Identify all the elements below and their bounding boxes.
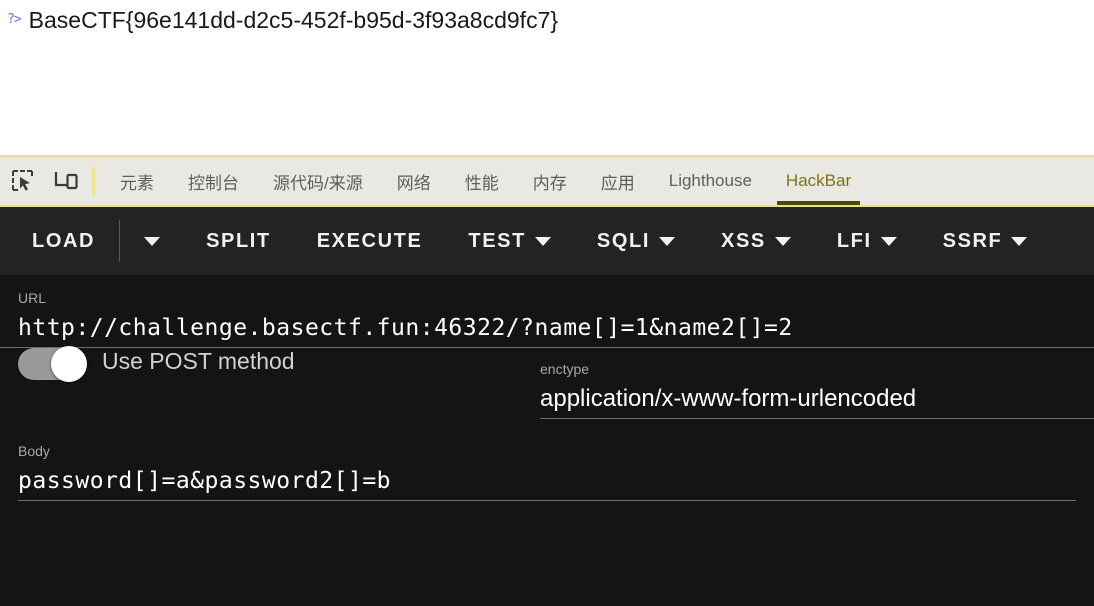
ssrf-menu-button[interactable]: SSRF (943, 224, 1028, 259)
flag-output-line: ?> BaseCTF{96e141dd-d2c5-452f-b95d-3f93a… (0, 6, 1094, 34)
body-underline (18, 500, 1076, 501)
body-field-row: Body password[]=a&password2[]=b (0, 430, 1094, 501)
tab-label: 应用 (601, 169, 635, 194)
device-toolbar-icon[interactable] (52, 166, 82, 196)
tab-application[interactable]: 应用 (584, 157, 652, 205)
test-button-label: TEST (468, 230, 526, 253)
split-button-label: SPLIT (206, 230, 271, 253)
post-enctype-row: Use POST method enctype application/x-ww… (0, 348, 1094, 430)
chevron-down-icon (535, 237, 551, 246)
tab-label: 性能 (465, 169, 499, 194)
load-button-label: LOAD (32, 230, 95, 253)
tab-label: 内存 (533, 169, 567, 194)
hackbar-panel: LOAD SPLIT EXECUTE TEST SQLI XSS (0, 207, 1094, 606)
split-button[interactable]: SPLIT (206, 224, 271, 259)
browser-page-viewport: ?> BaseCTF{96e141dd-d2c5-452f-b95d-3f93a… (0, 0, 1094, 155)
tab-performance[interactable]: 性能 (448, 157, 516, 205)
body-input[interactable]: password[]=a&password2[]=b (18, 460, 1076, 500)
chevron-down-icon (144, 237, 160, 246)
tab-label: 源代码/来源 (273, 169, 363, 194)
flag-text: BaseCTF{96e141dd-d2c5-452f-b95d-3f93a8cd… (29, 6, 558, 34)
url-field: URL http://challenge.basectf.fun:46322/?… (0, 289, 1094, 347)
devtools-tab-list: 元素 控制台 源代码/来源 网络 性能 内存 应用 Lighthouse Hac… (103, 157, 1094, 205)
inspect-element-icon[interactable] (8, 166, 38, 196)
xss-menu-button[interactable]: XSS (721, 224, 791, 259)
tab-console[interactable]: 控制台 (171, 157, 256, 205)
enctype-field-label: enctype (540, 360, 1094, 378)
tab-sources[interactable]: 源代码/来源 (256, 157, 380, 205)
toggle-knob (51, 346, 87, 382)
use-post-method-label: Use POST method (102, 348, 295, 430)
ssrf-button-label: SSRF (943, 230, 1003, 253)
chevron-down-icon (1011, 237, 1027, 246)
devtools-tabbar: 元素 控制台 源代码/来源 网络 性能 内存 应用 Lighthouse Hac… (0, 155, 1094, 207)
enctype-field: enctype application/x-www-form-urlencode… (520, 360, 1094, 418)
toolbar-separator (119, 220, 120, 262)
chevron-down-icon (775, 237, 791, 246)
tab-memory[interactable]: 内存 (516, 157, 584, 205)
url-input[interactable]: http://challenge.basectf.fun:46322/?name… (18, 307, 1076, 347)
body-field-label: Body (18, 442, 1076, 460)
xss-button-label: XSS (721, 230, 766, 253)
url-field-row: URL http://challenge.basectf.fun:46322/?… (0, 275, 1094, 348)
toolbar-divider (92, 167, 95, 195)
tab-network[interactable]: 网络 (380, 157, 448, 205)
sqli-menu-button[interactable]: SQLI (597, 224, 675, 259)
enctype-group: enctype application/x-www-form-urlencode… (520, 348, 1094, 430)
tab-label: 元素 (120, 169, 154, 194)
enctype-underline (540, 418, 1094, 419)
lfi-menu-button[interactable]: LFI (837, 224, 897, 259)
use-post-method-toggle[interactable] (18, 348, 84, 380)
sqli-button-label: SQLI (597, 230, 650, 253)
load-button[interactable]: LOAD (32, 224, 95, 259)
test-menu-button[interactable]: TEST (468, 224, 551, 259)
url-field-label: URL (18, 289, 1076, 307)
chevron-down-icon (881, 237, 897, 246)
lfi-button-label: LFI (837, 230, 872, 253)
execute-button[interactable]: EXECUTE (317, 224, 423, 259)
enctype-input[interactable]: application/x-www-form-urlencoded (540, 378, 1094, 418)
tab-lighthouse[interactable]: Lighthouse (652, 157, 769, 205)
post-method-toggle-group: Use POST method (0, 348, 520, 430)
tab-label: HackBar (786, 171, 851, 191)
console-prompt-icon: ?> (7, 6, 21, 34)
devtools-toolbar-icons (0, 157, 82, 205)
tab-label: 网络 (397, 169, 431, 194)
tab-elements[interactable]: 元素 (103, 157, 171, 205)
hackbar-toolbar: LOAD SPLIT EXECUTE TEST SQLI XSS (0, 207, 1094, 275)
body-field: Body password[]=a&password2[]=b (0, 442, 1094, 500)
tab-hackbar[interactable]: HackBar (769, 157, 868, 205)
hackbar-fields: URL http://challenge.basectf.fun:46322/?… (0, 275, 1094, 606)
execute-button-label: EXECUTE (317, 230, 423, 253)
tab-label: Lighthouse (669, 171, 752, 191)
chevron-down-icon (659, 237, 675, 246)
load-dropdown-button[interactable] (144, 231, 160, 252)
tab-label: 控制台 (188, 169, 239, 194)
